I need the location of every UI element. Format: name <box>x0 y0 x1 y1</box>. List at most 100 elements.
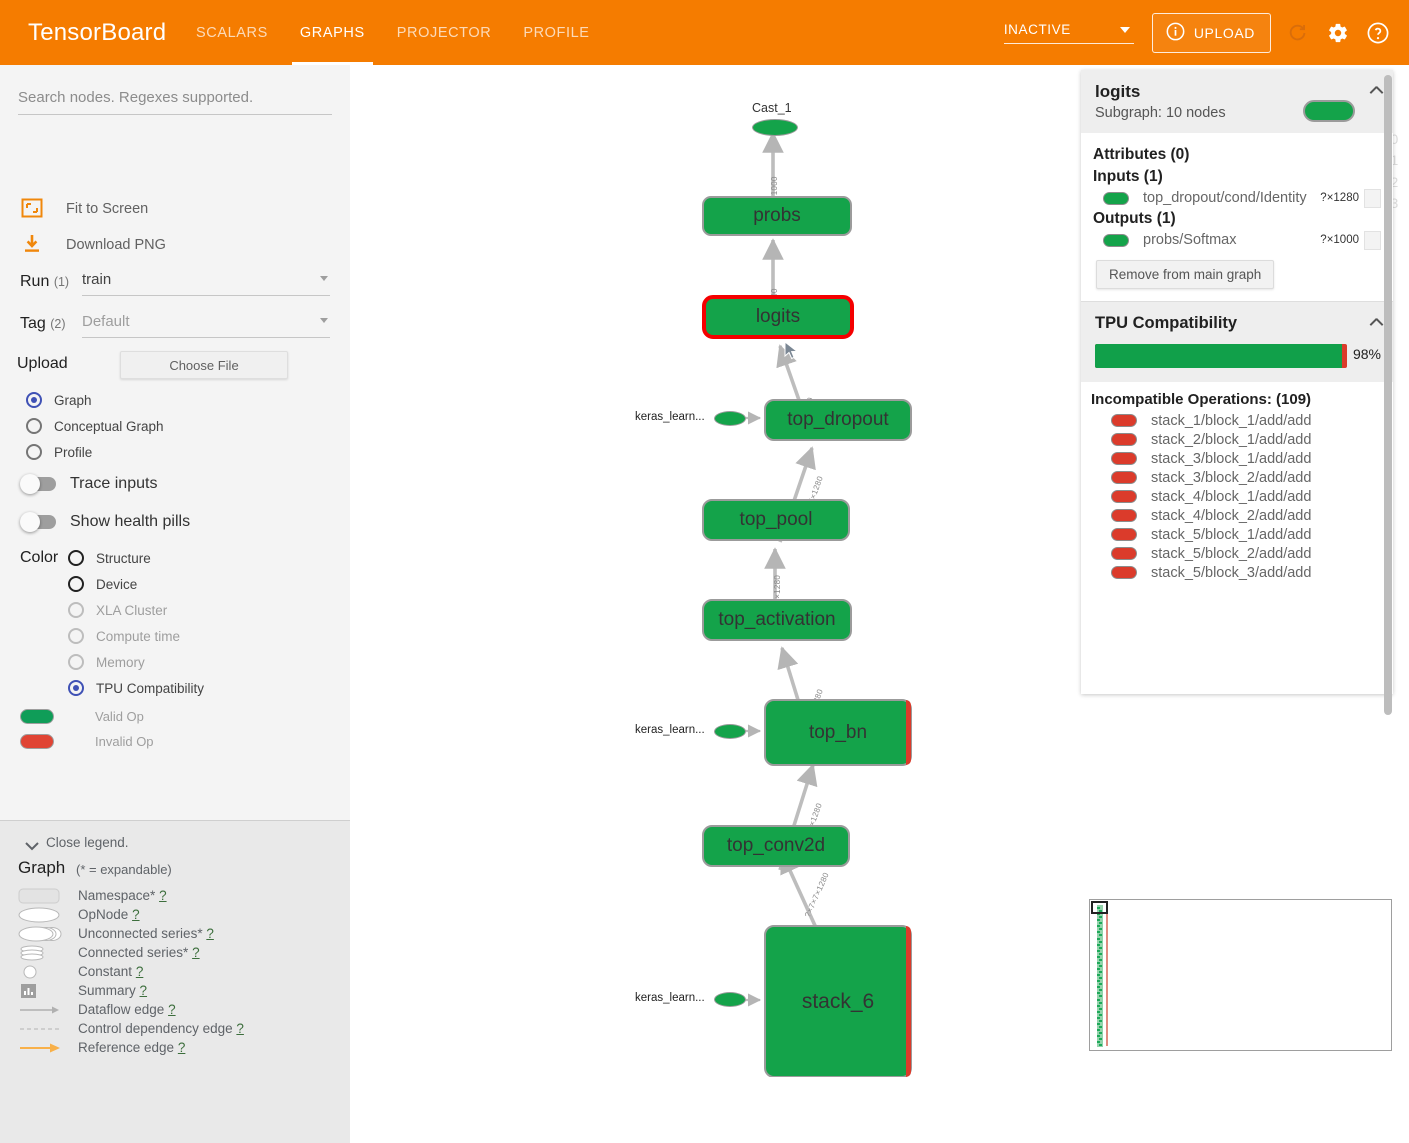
radio-color-xla-cluster[interactable]: XLA Cluster <box>68 602 167 618</box>
tag-label: Tag (2) <box>20 315 66 333</box>
legend-item-connected-series: Connected series* ? <box>18 943 200 962</box>
input-stub-label: keras_learn... <box>635 724 705 736</box>
legend-item-label: Control dependency edge ? <box>78 1021 244 1036</box>
invalid-op-oval-icon <box>1111 414 1137 427</box>
search-placeholder: Search nodes. Regexes supported. <box>18 89 254 106</box>
graph-node-top-activation[interactable]: top_activation <box>702 599 852 641</box>
incompatible-op-row[interactable]: stack_2/block_1/add/add <box>1081 430 1393 449</box>
input-stub-label: keras_learn... <box>635 411 705 423</box>
incompatible-op-row[interactable]: stack_5/block_1/add/add <box>1081 525 1393 544</box>
gear-icon[interactable] <box>1325 20 1351 46</box>
tag-select-value: Default <box>82 313 130 330</box>
show-health-pills-toggle[interactable]: Show health pills <box>20 512 190 532</box>
tab-scalars[interactable]: SCALARS <box>180 0 284 65</box>
radio-color-memory[interactable]: Memory <box>68 654 145 670</box>
input-row[interactable]: top_dropout/cond/Identity ?×1280 <box>1081 188 1393 208</box>
tab-projector[interactable]: PROJECTOR <box>381 0 508 65</box>
legend-item-reference-edge: Reference edge ? <box>18 1038 185 1057</box>
legend-item-label: Namespace* ? <box>78 888 167 903</box>
radio-color-structure[interactable]: Structure <box>68 550 151 566</box>
minimap-node-pixel <box>1097 980 1100 983</box>
legend-item-control-dependency-edge: Control dependency edge ? <box>18 1019 244 1038</box>
incompatible-operations-title: Incompatible Operations: (109) <box>1091 391 1312 408</box>
graph-node-input-stub[interactable] <box>714 411 746 426</box>
incompatible-op-row[interactable]: stack_1/block_1/add/add <box>1081 411 1393 430</box>
panel-scrollbar[interactable] <box>1384 75 1392 715</box>
chevron-down-icon <box>24 838 40 856</box>
fit-to-screen-icon <box>20 196 46 222</box>
radio-dot-icon <box>68 680 84 696</box>
input-stub-label: keras_learn... <box>635 992 705 1004</box>
upload-button[interactable]: UPLOAD <box>1151 12 1271 53</box>
incompatible-op-row[interactable]: stack_3/block_2/add/add <box>1081 468 1393 487</box>
run-select[interactable]: train <box>82 271 330 296</box>
graph-node-stack-6[interactable]: stack_6 <box>764 925 912 1077</box>
graph-node-input-stub[interactable] <box>714 992 746 1007</box>
minimap-node-pixel <box>1097 1035 1100 1038</box>
refresh-icon[interactable] <box>1285 20 1311 46</box>
op-oval-icon <box>1103 233 1129 247</box>
nav-tabs: SCALARS GRAPHS PROJECTOR PROFILE <box>180 0 606 65</box>
graph-node-probs[interactable]: probs <box>702 196 852 236</box>
tag-label-text: Tag <box>20 315 46 332</box>
incompatible-op-row[interactable]: stack_5/block_2/add/add <box>1081 544 1393 563</box>
dataflow-edge-icon <box>18 1000 64 1019</box>
incompatible-op-row[interactable]: stack_4/block_2/add/add <box>1081 506 1393 525</box>
minimap-node-pixel <box>1099 958 1102 961</box>
minimap-node-pixel <box>1097 937 1100 940</box>
graph-node-top-conv2d[interactable]: top_conv2d <box>702 825 850 867</box>
incompatible-op-row[interactable]: stack_4/block_1/add/add <box>1081 487 1393 506</box>
graph-minimap[interactable] <box>1089 899 1392 1051</box>
tag-select[interactable]: Default <box>82 313 330 338</box>
run-status-select[interactable]: INACTIVE <box>1003 22 1134 44</box>
invalid-op-oval-icon <box>1111 547 1137 560</box>
constant-circle-icon <box>18 962 64 981</box>
minimap-viewport-rect[interactable] <box>1091 901 1108 914</box>
run-label: Run (1) <box>20 273 69 291</box>
radio-graph[interactable]: Graph <box>26 392 92 408</box>
incompatible-op-name: stack_5/block_1/add/add <box>1151 526 1312 543</box>
graph-node-top-bn[interactable]: top_bn <box>764 699 912 766</box>
search-input[interactable]: Search nodes. Regexes supported. <box>18 89 332 115</box>
shape-box <box>1364 231 1381 250</box>
graph-node-top-dropout[interactable]: top_dropout <box>764 399 912 441</box>
incompatible-op-row[interactable]: stack_3/block_1/add/add <box>1081 449 1393 468</box>
collapse-panel-icon[interactable] <box>1369 84 1381 96</box>
remove-from-main-graph-button[interactable]: Remove from main graph <box>1096 260 1275 289</box>
radio-dot-icon <box>68 602 84 618</box>
incompatible-op-row[interactable]: stack_5/block_3/add/add <box>1081 563 1393 582</box>
graph-node-logits[interactable]: logits <box>702 295 854 339</box>
download-png-button[interactable]: Download PNG <box>20 233 166 257</box>
toggle-knob <box>20 474 40 494</box>
node-label: logits <box>755 306 801 327</box>
radio-conceptual-graph[interactable]: Conceptual Graph <box>26 418 164 434</box>
graph-node-top-pool[interactable]: top_pool <box>702 499 850 541</box>
minimap-node-pixel <box>1097 974 1100 977</box>
graph-node-cast-1[interactable] <box>752 119 798 136</box>
radio-color-compute-time[interactable]: Compute time <box>68 628 180 644</box>
minimap-node-pixel <box>1099 1038 1102 1041</box>
node-label: top_conv2d <box>726 835 826 856</box>
opnode-ellipse-icon <box>18 905 64 924</box>
tab-profile[interactable]: PROFILE <box>507 0 605 65</box>
incompatible-op-name: stack_5/block_2/add/add <box>1151 545 1312 562</box>
help-icon[interactable] <box>1365 20 1391 46</box>
radio-profile[interactable]: Profile <box>26 444 92 460</box>
tab-graphs[interactable]: GRAPHS <box>284 0 381 65</box>
collapse-tpu-panel-icon[interactable] <box>1369 316 1381 328</box>
radio-color-device[interactable]: Device <box>68 576 137 592</box>
invalid-op-label: Invalid Op <box>95 734 154 749</box>
minimap-node-pixel <box>1099 934 1102 937</box>
trace-inputs-toggle[interactable]: Trace inputs <box>20 474 157 494</box>
app-logo: TensorBoard <box>28 19 167 46</box>
invalid-op-oval-icon <box>1111 528 1137 541</box>
node-color-chip <box>1303 100 1355 122</box>
output-row[interactable]: probs/Softmax ?×1000 <box>1081 230 1393 250</box>
graph-node-input-stub[interactable] <box>714 724 746 739</box>
legend-item-label: OpNode ? <box>78 907 140 922</box>
choose-file-button[interactable]: Choose File <box>120 351 288 379</box>
close-legend-button[interactable]: Close legend. <box>24 835 129 851</box>
radio-color-tpu-compatibility[interactable]: TPU Compatibility <box>68 680 204 696</box>
fit-to-screen-button[interactable]: Fit to Screen <box>20 197 148 221</box>
left-sidebar: Search nodes. Regexes supported. Fit to … <box>0 65 350 1143</box>
